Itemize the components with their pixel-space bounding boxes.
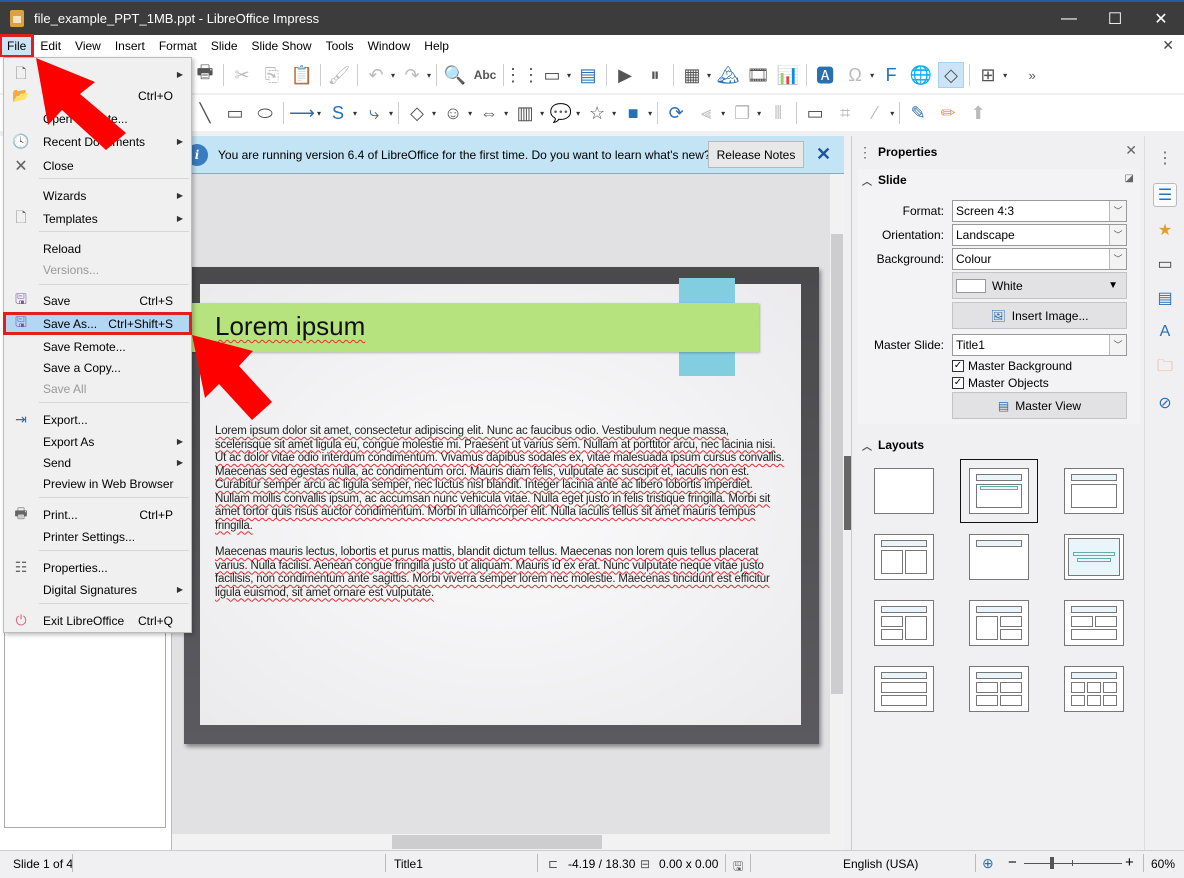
- red-arrow-save-as: [192, 335, 272, 420]
- annotation-arrows: [36, 58, 272, 420]
- red-arrow-file: [36, 58, 126, 150]
